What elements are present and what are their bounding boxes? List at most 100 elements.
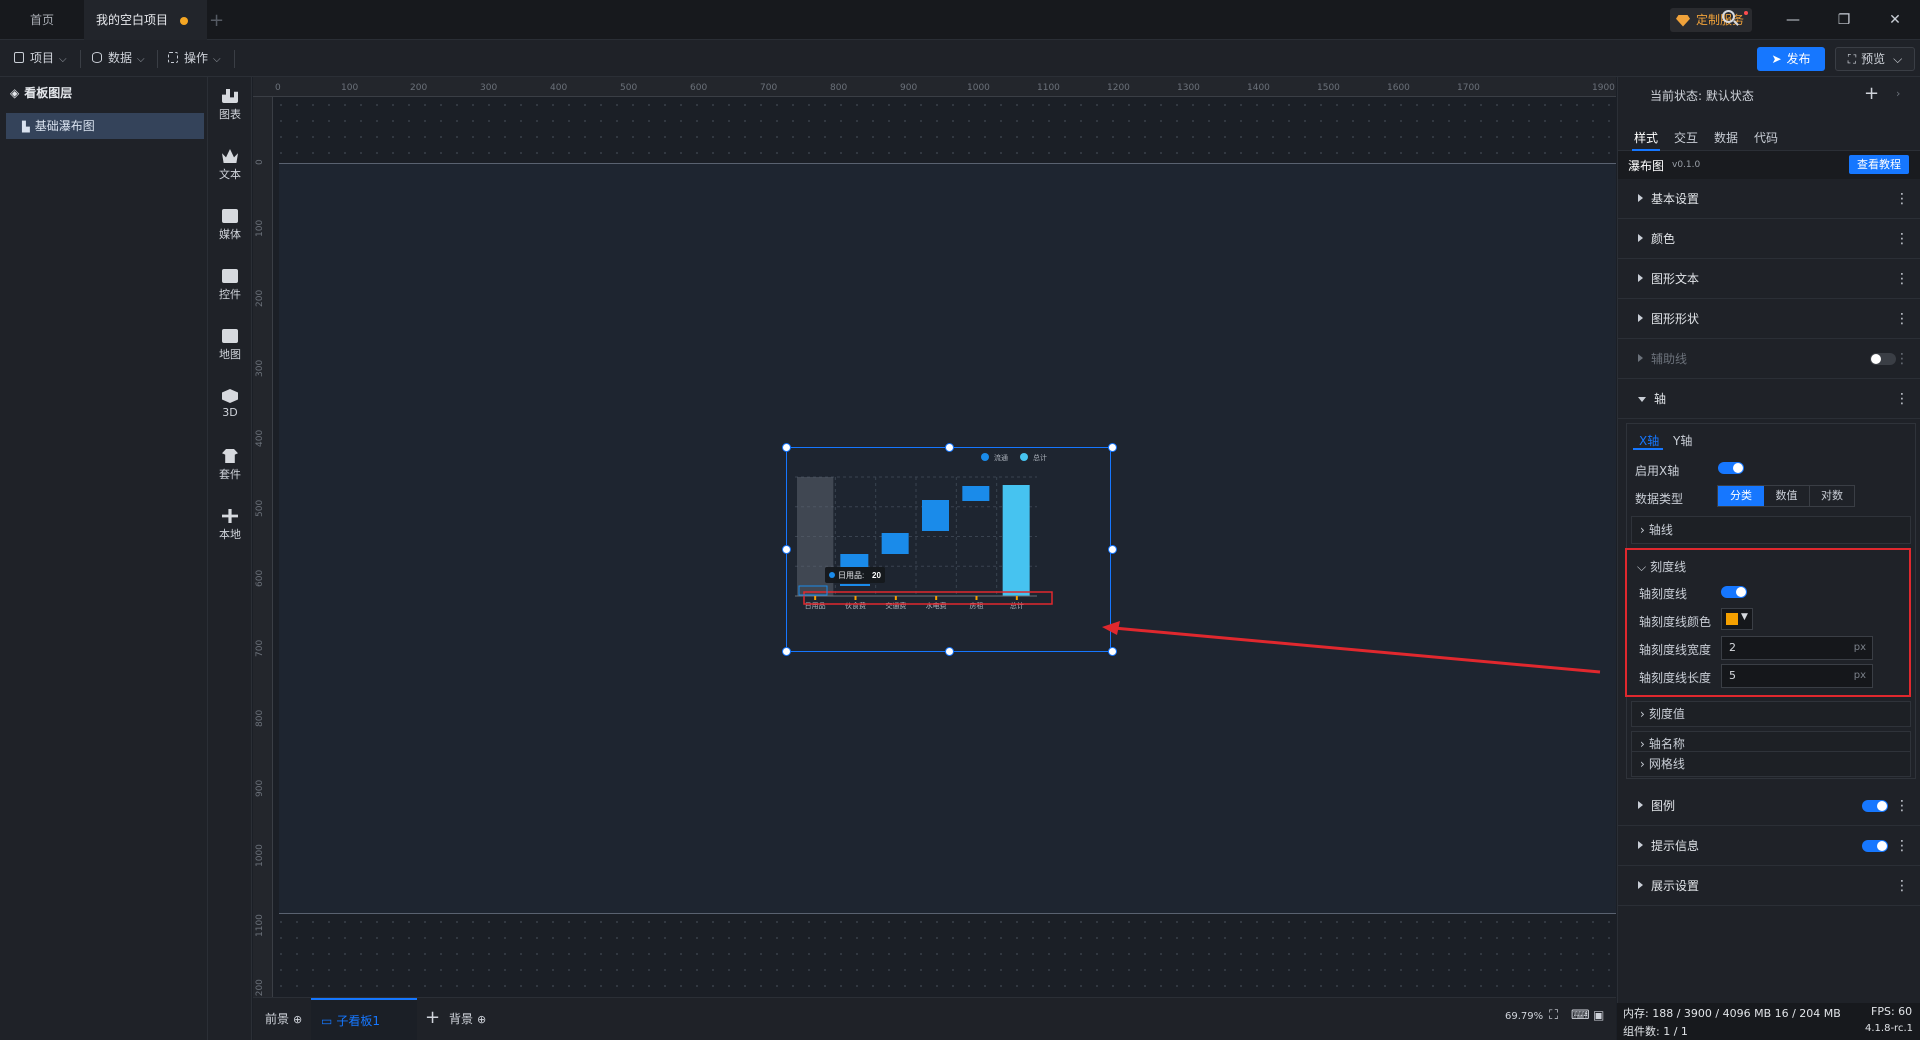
component-media[interactable]: 媒体 (208, 209, 252, 242)
caret-right-icon (1638, 841, 1643, 849)
tutorial-button[interactable]: 查看教程 (1849, 155, 1909, 174)
component-control[interactable]: 控件 (208, 269, 252, 302)
tab-project[interactable]: 我的空白项目 (84, 0, 207, 40)
legend-marker (981, 453, 989, 461)
subsection-axis-line[interactable]: › 轴线 (1631, 516, 1911, 544)
section-display[interactable]: 展示设置 ⋮ (1618, 866, 1920, 906)
tooltip-toggle[interactable] (1862, 840, 1888, 852)
more-icon[interactable]: ⋮ (1895, 219, 1909, 259)
ruler-tick: 1400 (1247, 83, 1270, 93)
tick-width-input[interactable]: 2 px (1721, 636, 1873, 660)
tick-length-input[interactable]: 5 px (1721, 664, 1873, 688)
foreground-tab[interactable]: 前景 ⊕ (265, 1010, 302, 1027)
background-tab[interactable]: 背景 ⊕ (449, 1010, 486, 1027)
close-icon[interactable]: ✕ (1883, 8, 1907, 32)
tab-data[interactable]: 数据 (1714, 129, 1738, 146)
ruler-tick: 0 (255, 159, 265, 165)
add-state-icon[interactable]: + (1864, 83, 1879, 104)
keyboard-icon[interactable]: ⌨ (1571, 1008, 1590, 1023)
resize-handle[interactable] (782, 647, 791, 656)
component-3d[interactable]: 3D (208, 389, 252, 419)
tab-home[interactable]: 首页 (18, 0, 66, 40)
memory-status: 内存: 188 / 3900 / 4096 MB 16 / 204 MB (1623, 1007, 1841, 1020)
resize-handle[interactable] (782, 545, 791, 554)
component-chart-label: 图表 (219, 108, 241, 121)
ruler-tick: 0 (275, 83, 281, 93)
section-graphic-text[interactable]: 图形文本 ⋮ (1618, 259, 1920, 299)
menu-data[interactable]: 数据 ⌵ (92, 40, 145, 77)
section-tooltip[interactable]: 提示信息 ⋮ (1618, 826, 1920, 866)
section-basic[interactable]: 基本设置 ⋮ (1618, 179, 1920, 219)
layers-icon: ◈ (10, 86, 20, 100)
layer-item[interactable]: ▙ 基础瀑布图 (6, 113, 204, 139)
add-board-icon[interactable]: + (425, 1007, 440, 1028)
more-icon[interactable]: ⋮ (1895, 379, 1909, 419)
data-type-segmented: 分类 数值 对数 (1717, 485, 1855, 507)
resize-handle[interactable] (1108, 443, 1117, 452)
x-tick-label: 水电费 (926, 601, 947, 610)
caret-right-icon (1638, 801, 1643, 809)
tab-style[interactable]: 样式 (1634, 129, 1658, 146)
section-color[interactable]: 颜色 ⋮ (1618, 219, 1920, 259)
terminal-icon[interactable]: ▣ (1593, 1008, 1604, 1022)
more-icon[interactable]: ⋮ (1895, 826, 1909, 866)
component-map[interactable]: 地图 (208, 329, 252, 362)
more-icon[interactable]: ⋮ (1895, 299, 1909, 339)
preview-button[interactable]: ⛶ 预览 ⌵ (1835, 47, 1915, 71)
component-local[interactable]: 本地 (208, 509, 252, 542)
fit-screen-icon[interactable]: ⛶ (1549, 1008, 1558, 1023)
chevron-down-icon: ⌵ (1893, 52, 1903, 66)
section-graphic-shape[interactable]: 图形形状 ⋮ (1618, 299, 1920, 339)
data-type-value[interactable]: 数值 (1764, 486, 1810, 506)
tick-subsection-title[interactable]: ⌵ 刻度线 (1637, 558, 1686, 575)
chevron-right-icon[interactable]: › (1896, 87, 1900, 100)
section-axis[interactable]: 轴 ⋮ (1618, 379, 1920, 419)
more-icon[interactable]: ⋮ (1895, 866, 1909, 906)
subsection-grid-line[interactable]: › 网格线 (1631, 751, 1911, 777)
tab-y-axis[interactable]: Y轴 (1673, 432, 1692, 449)
search-icon[interactable] (1722, 10, 1740, 28)
data-type-category[interactable]: 分类 (1718, 486, 1764, 506)
add-tab-icon[interactable]: + (209, 10, 224, 31)
more-icon[interactable]: ⋮ (1895, 179, 1909, 219)
resize-handle[interactable] (945, 647, 954, 656)
unit-label: px (1853, 670, 1866, 681)
add-circle-icon[interactable]: ⊕ (477, 1013, 486, 1026)
tick-enable-toggle[interactable] (1721, 586, 1747, 598)
board-tab-active[interactable]: ▭ 子看板1 (311, 998, 417, 1040)
data-type-log[interactable]: 对数 (1810, 486, 1854, 506)
tab-interaction[interactable]: 交互 (1674, 129, 1698, 146)
legend-toggle[interactable] (1862, 800, 1888, 812)
tab-code[interactable]: 代码 (1754, 129, 1778, 146)
menu-project[interactable]: 项目 ⌵ (14, 40, 67, 77)
more-icon[interactable]: ⋮ (1895, 339, 1909, 379)
state-label: 当前状态: (1650, 89, 1703, 103)
enable-x-toggle[interactable] (1718, 462, 1744, 474)
component-text-label: 文本 (219, 168, 241, 181)
more-icon[interactable]: ⋮ (1895, 786, 1909, 826)
component-kit[interactable]: 套件 (208, 449, 252, 482)
resize-handle[interactable] (945, 443, 954, 452)
waterfall-chart-widget[interactable]: 日用品 伙食费 交通费 水电费 房租 总计 流通 总计 日用品: 20 (782, 443, 1117, 656)
guideline-toggle[interactable] (1870, 353, 1896, 365)
caret-right-icon (1638, 194, 1643, 202)
ruler-top: 0 100 200 300 400 500 600 700 800 900 10… (253, 77, 1616, 97)
restore-icon[interactable]: ❐ (1832, 8, 1856, 32)
add-circle-icon[interactable]: ⊕ (293, 1013, 302, 1026)
publish-button[interactable]: ➤ 发布 (1757, 47, 1825, 71)
section-guideline[interactable]: 辅助线 ⋮ (1618, 339, 1920, 379)
map-icon (222, 329, 238, 343)
component-text[interactable]: 文本 (208, 149, 252, 182)
tab-x-axis[interactable]: X轴 (1639, 432, 1659, 449)
zoom-level[interactable]: 69.79% (1505, 1011, 1543, 1022)
more-icon[interactable]: ⋮ (1895, 259, 1909, 299)
resize-handle[interactable] (1108, 545, 1117, 554)
section-legend[interactable]: 图例 ⋮ (1618, 786, 1920, 826)
minimize-icon[interactable]: — (1781, 8, 1805, 32)
subsection-tick-value[interactable]: › 刻度值 (1631, 701, 1911, 727)
chevron-down-icon: ⌵ (213, 54, 221, 65)
resize-handle[interactable] (782, 443, 791, 452)
component-chart[interactable]: 图表 (208, 89, 252, 122)
tick-color-picker[interactable]: ▼ (1721, 608, 1753, 630)
menu-operation[interactable]: 操作 ⌵ (168, 40, 221, 77)
